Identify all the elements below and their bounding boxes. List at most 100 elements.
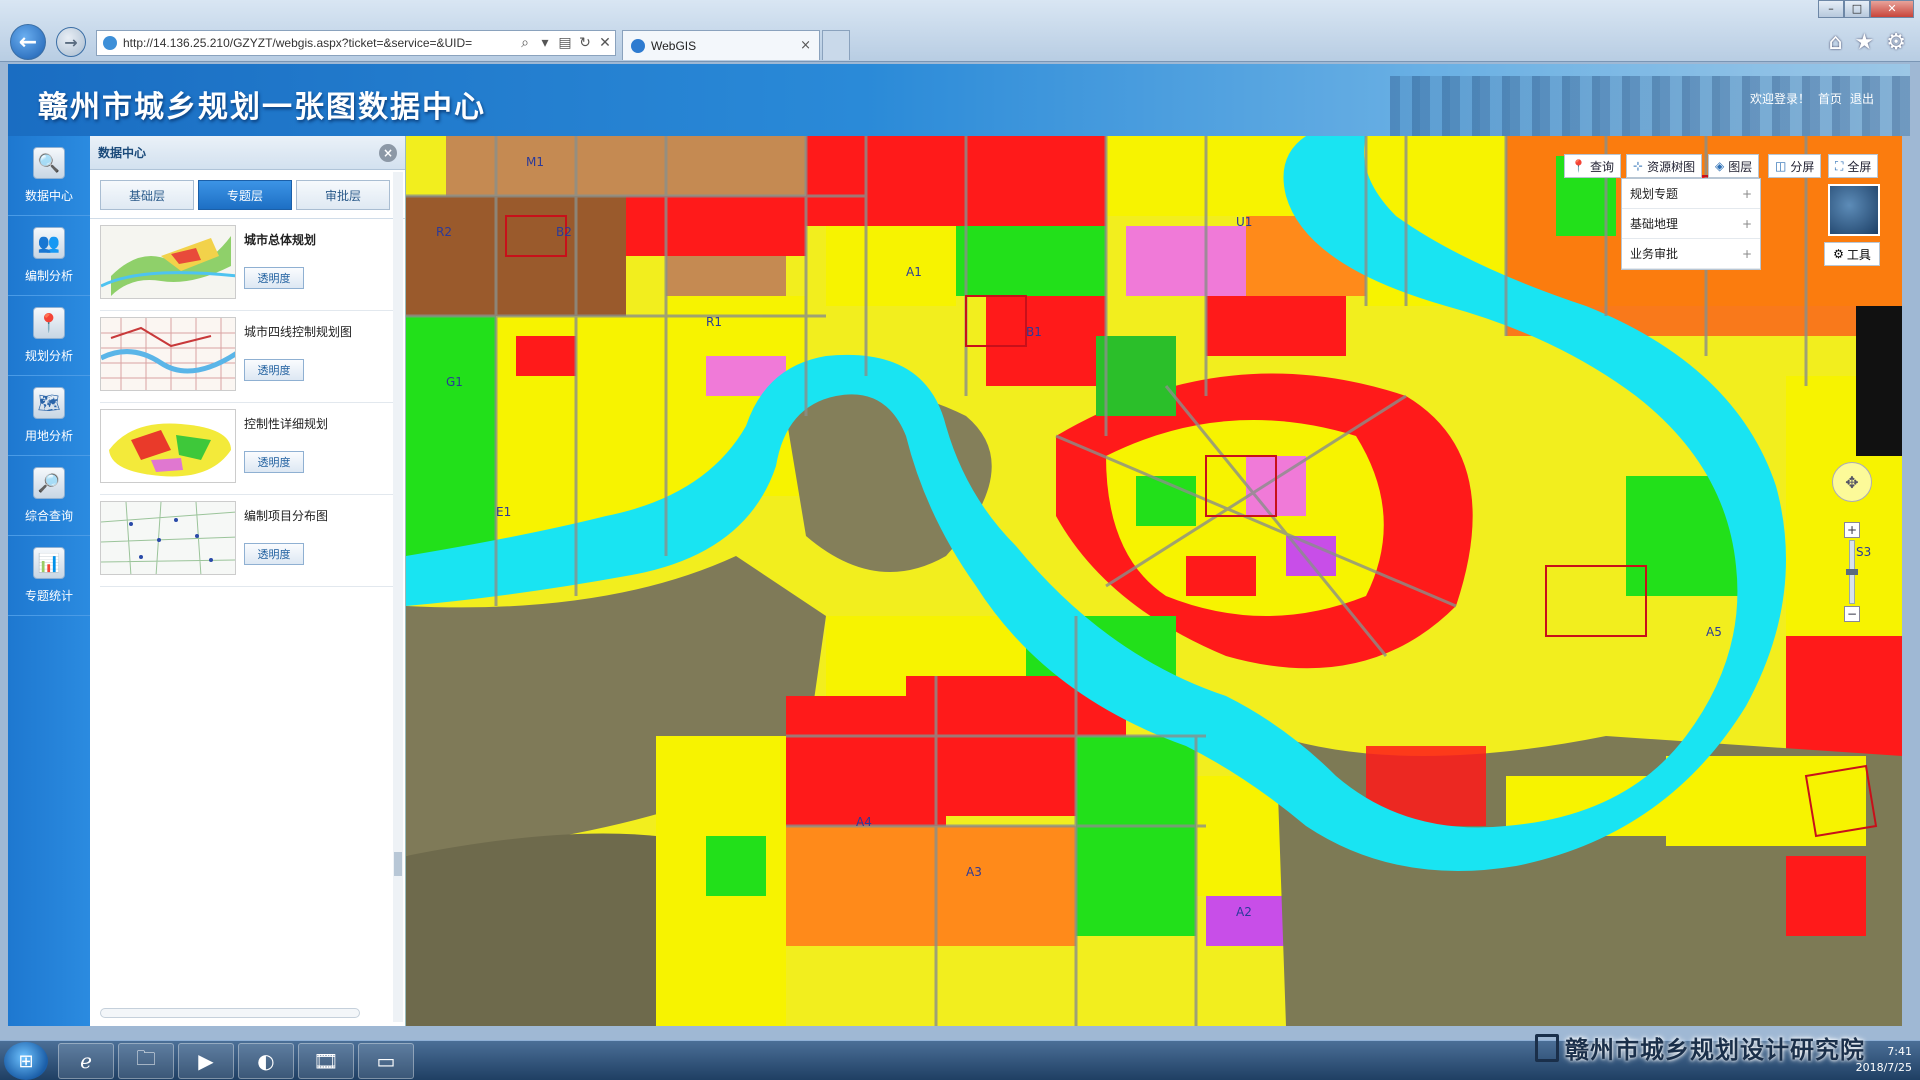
query-label: 查询 [1589,159,1614,174]
overview-map-thumbnail[interactable] [1828,184,1880,236]
scroll-thumb[interactable] [394,852,402,876]
home-link[interactable]: 首页 [1818,90,1842,107]
zoom-knob[interactable] [1846,569,1858,575]
nav-item-data-center[interactable]: 🔍 数据中心 [8,136,90,216]
map-item-project-distribution[interactable]: 编制项目分布图 透明度 [100,501,395,587]
dropdown-icon[interactable]: ▾ [535,35,555,51]
tools-button[interactable]: ⚙ 工具 [1824,242,1880,266]
split-icon: ◫ [1775,159,1787,173]
tab-approval-layer[interactable]: 审批层 [296,180,390,210]
tab-base-layer[interactable]: 基础层 [100,180,194,210]
new-tab-button[interactable] [822,30,850,60]
map-item-four-line-control[interactable]: 城市四线控制规划图 透明度 [100,317,395,403]
panel-horizontal-scrollbar[interactable] [100,1008,360,1018]
welcome-text: 欢迎登录！ [1749,92,1810,106]
taskbar-explorer[interactable]: 🗀 [118,1043,174,1079]
tools-label: 工具 [1846,247,1871,262]
nav-item-land-use-analysis[interactable]: 🗺 用地分析 [8,376,90,456]
map-label: U1 [1236,215,1252,229]
close-window-icon[interactable]: ✕ [1870,0,1914,18]
opacity-button[interactable]: 透明度 [244,543,304,565]
opacity-button[interactable]: 透明度 [244,359,304,381]
panel-close-icon[interactable]: × [379,144,397,162]
windows-logo-icon: ⊞ [18,1050,34,1072]
expand-plus-icon[interactable]: + [1742,247,1752,261]
browser-tab-webgis[interactable]: WebGIS × [622,30,820,60]
map-thumbnail [100,225,236,299]
split-screen-button[interactable]: ◫ 分屏 [1768,154,1822,178]
taskbar-window[interactable]: ▭ [358,1043,414,1079]
map-label: R2 [436,225,452,239]
start-button[interactable]: ⊞ [4,1042,48,1080]
resource-tree-button[interactable]: ⊹ 资源树图 [1626,154,1703,178]
map-item-master-plan[interactable]: 城市总体规划 透明度 [100,225,395,311]
nav-item-plan-compile-analysis[interactable]: 👥 编制分析 [8,216,90,296]
dropdown-label: 规划专题 [1630,187,1679,201]
opacity-button[interactable]: 透明度 [244,451,304,473]
compat-icon[interactable]: ▤ [555,35,575,51]
compass-icon: ✥ [1845,472,1859,492]
pan-control[interactable]: ✥ [1832,462,1872,502]
layers-icon: ◈ [1715,159,1725,173]
fullscreen-button[interactable]: ⛶ 全屏 [1828,154,1879,178]
stop-icon[interactable]: ✕ [595,35,615,51]
url-text[interactable]: http://14.136.25.210/GZYZT/webgis.aspx?t… [123,36,515,50]
window-icon: ▭ [376,1049,396,1073]
fullscreen-label: 全屏 [1847,159,1872,174]
dropdown-item-business-approval[interactable]: 业务审批 + [1622,239,1760,269]
map-label: A5 [1706,625,1722,639]
dropdown-item-planning-theme[interactable]: 规划专题 + [1622,179,1760,209]
forward-arrow-icon: → [64,32,78,52]
panel-vertical-scrollbar[interactable] [393,172,403,1022]
forward-button[interactable]: → [56,27,86,57]
expand-plus-icon[interactable]: + [1742,217,1752,231]
logout-link[interactable]: 退出 [1850,90,1874,107]
play-icon: ▶ [198,1049,214,1073]
dropdown-label: 基础地理 [1630,217,1679,231]
dropdown-item-basic-geography[interactable]: 基础地理 + [1622,209,1760,239]
ie-icon: ℯ [80,1049,92,1073]
taskbar-media-player[interactable]: ▶ [178,1043,234,1079]
tab-favicon-icon [631,38,645,53]
split-label: 分屏 [1790,159,1815,174]
home-icon[interactable]: ⌂ [1829,30,1843,55]
nav-item-planning-analysis[interactable]: 📍 规划分析 [8,296,90,376]
map-label: A3 [966,865,982,879]
zoom-in-button[interactable]: + [1844,522,1860,538]
taskbar-ie[interactable]: ℯ [58,1043,114,1079]
nav-item-thematic-statistics[interactable]: 📊 专题统计 [8,536,90,616]
zoom-slider[interactable] [1846,540,1858,604]
expand-plus-icon[interactable]: + [1742,187,1752,201]
minimize-icon[interactable]: – [1818,0,1844,18]
map-item-regulatory-detailed-plan[interactable]: 控制性详细规划 透明度 [100,409,395,495]
fullscreen-icon: ⛶ [1835,158,1844,173]
tab-thematic-layer[interactable]: 专题层 [198,180,292,210]
panel-header: 数据中心 × [90,136,405,170]
opacity-button[interactable]: 透明度 [244,267,304,289]
map-viewport[interactable]: R2 B2 G1 R1 A1 M1 B1 E1 A5 A4 A3 S3 A2 U… [406,136,1902,1026]
pin-icon: 📍 [33,307,65,339]
refresh-icon[interactable]: ↻ [575,35,595,51]
address-bar[interactable]: http://14.136.25.210/GZYZT/webgis.aspx?t… [96,30,616,56]
back-button[interactable]: ← [10,24,46,60]
map-thumbnail [100,317,236,391]
zoom-out-button[interactable]: − [1844,606,1860,622]
nav-item-comprehensive-query[interactable]: 🔎 综合查询 [8,456,90,536]
nav-label: 专题统计 [24,589,73,603]
taskbar-messenger[interactable]: ◐ [238,1043,294,1079]
map-title: 编制项目分布图 [244,509,329,523]
settings-gear-icon[interactable]: ⚙ [1886,30,1906,55]
layers-button[interactable]: ◈ 图层 [1708,154,1760,178]
browser-chrome: ← → http://14.136.25.210/GZYZT/webgis.as… [0,0,1920,62]
favorites-star-icon[interactable]: ★ [1855,30,1875,55]
search-icon[interactable]: ⌕ [515,35,535,51]
query-button[interactable]: 📍 查询 [1564,154,1621,178]
maximize-icon[interactable]: □ [1844,0,1870,18]
taskbar-film[interactable]: 🎞 [298,1043,354,1079]
pin-icon: 📍 [1571,159,1586,173]
tab-close-icon[interactable]: × [800,38,811,53]
map-label: B1 [1026,325,1042,339]
nav-label: 数据中心 [24,189,73,203]
system-clock[interactable]: 7:41 2018/7/25 [1820,1044,1912,1076]
back-arrow-icon: ← [18,29,38,55]
